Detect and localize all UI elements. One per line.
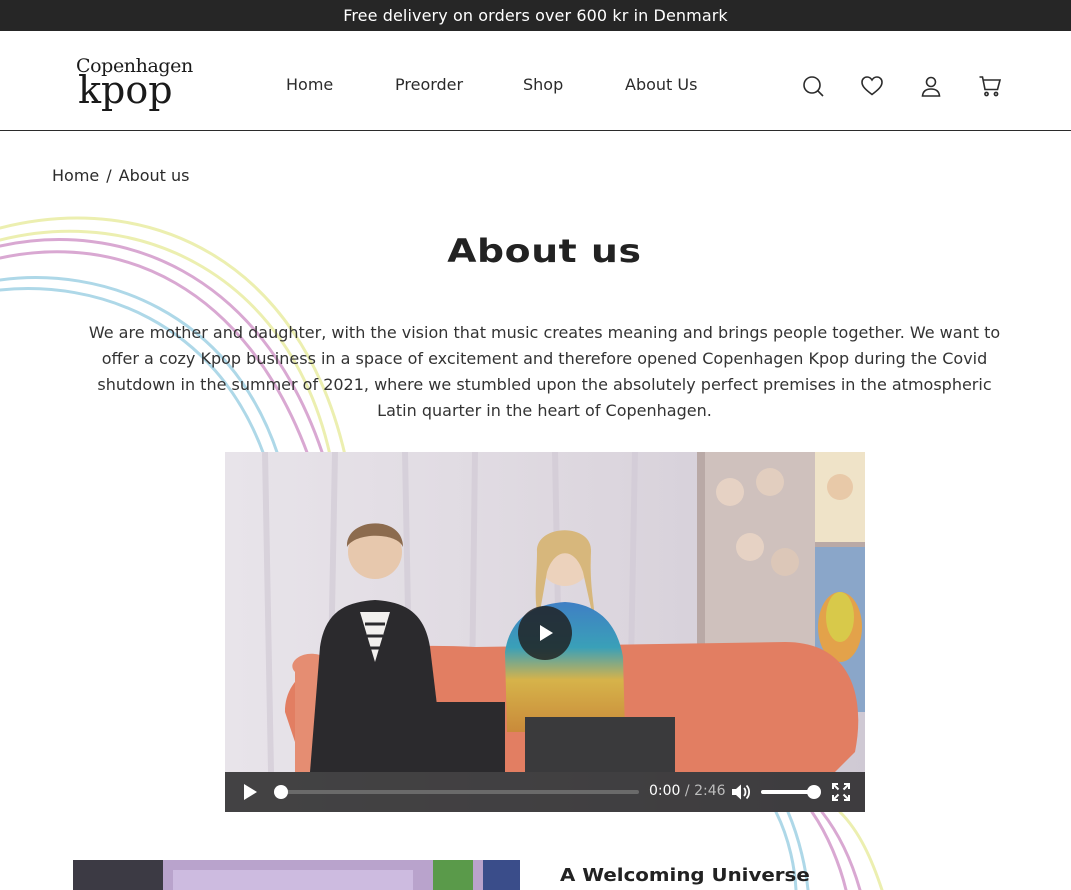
time-separator: / bbox=[684, 783, 690, 799]
video-player[interactable]: 0:00 / 2:46 bbox=[225, 452, 865, 812]
heart-icon bbox=[861, 76, 883, 96]
cart-icon bbox=[979, 76, 1002, 97]
video-time: 0:00 / 2:46 bbox=[649, 783, 726, 799]
seek-handle[interactable] bbox=[274, 785, 288, 799]
duration: 2:46 bbox=[694, 783, 726, 799]
announcement-text: Free delivery on orders over 600 kr in D… bbox=[343, 6, 728, 25]
search-button[interactable] bbox=[800, 73, 826, 99]
wishlist-button[interactable] bbox=[859, 73, 885, 99]
seek-bar[interactable] bbox=[274, 785, 639, 799]
site-logo[interactable]: Copenhagen kpop bbox=[76, 55, 193, 115]
store-photo bbox=[73, 860, 520, 890]
announcement-bar: Free delivery on orders over 600 kr in D… bbox=[0, 0, 1071, 31]
section-heading: A Welcoming Universe bbox=[560, 865, 810, 886]
logo-line-2: kpop bbox=[78, 68, 173, 112]
volume-handle[interactable] bbox=[807, 785, 821, 799]
breadcrumb-current: About us bbox=[118, 166, 190, 185]
site-header: Copenhagen kpop Home Preorder Shop About… bbox=[0, 31, 1071, 131]
search-icon bbox=[803, 76, 824, 97]
nav-shop[interactable]: Shop bbox=[523, 75, 563, 94]
nav-home[interactable]: Home bbox=[286, 75, 333, 94]
breadcrumb-separator: / bbox=[106, 166, 112, 185]
fullscreen-icon[interactable] bbox=[832, 783, 850, 801]
big-play-button[interactable] bbox=[518, 606, 572, 660]
intro-text: We are mother and daughter, with the vis… bbox=[88, 323, 1001, 420]
nav-about-us[interactable]: About Us bbox=[625, 75, 697, 94]
cart-button[interactable] bbox=[977, 73, 1003, 99]
current-time: 0:00 bbox=[649, 783, 681, 799]
breadcrumb: Home / About us bbox=[52, 166, 190, 185]
nav-preorder[interactable]: Preorder bbox=[395, 75, 463, 94]
play-icon bbox=[540, 625, 553, 641]
page-title: About us bbox=[447, 232, 642, 270]
video-controls: 0:00 / 2:46 bbox=[225, 772, 865, 812]
breadcrumb-home[interactable]: Home bbox=[52, 166, 99, 185]
account-icon bbox=[921, 76, 941, 97]
account-button[interactable] bbox=[918, 73, 944, 99]
volume-icon[interactable] bbox=[731, 783, 751, 801]
play-icon[interactable] bbox=[241, 783, 259, 801]
